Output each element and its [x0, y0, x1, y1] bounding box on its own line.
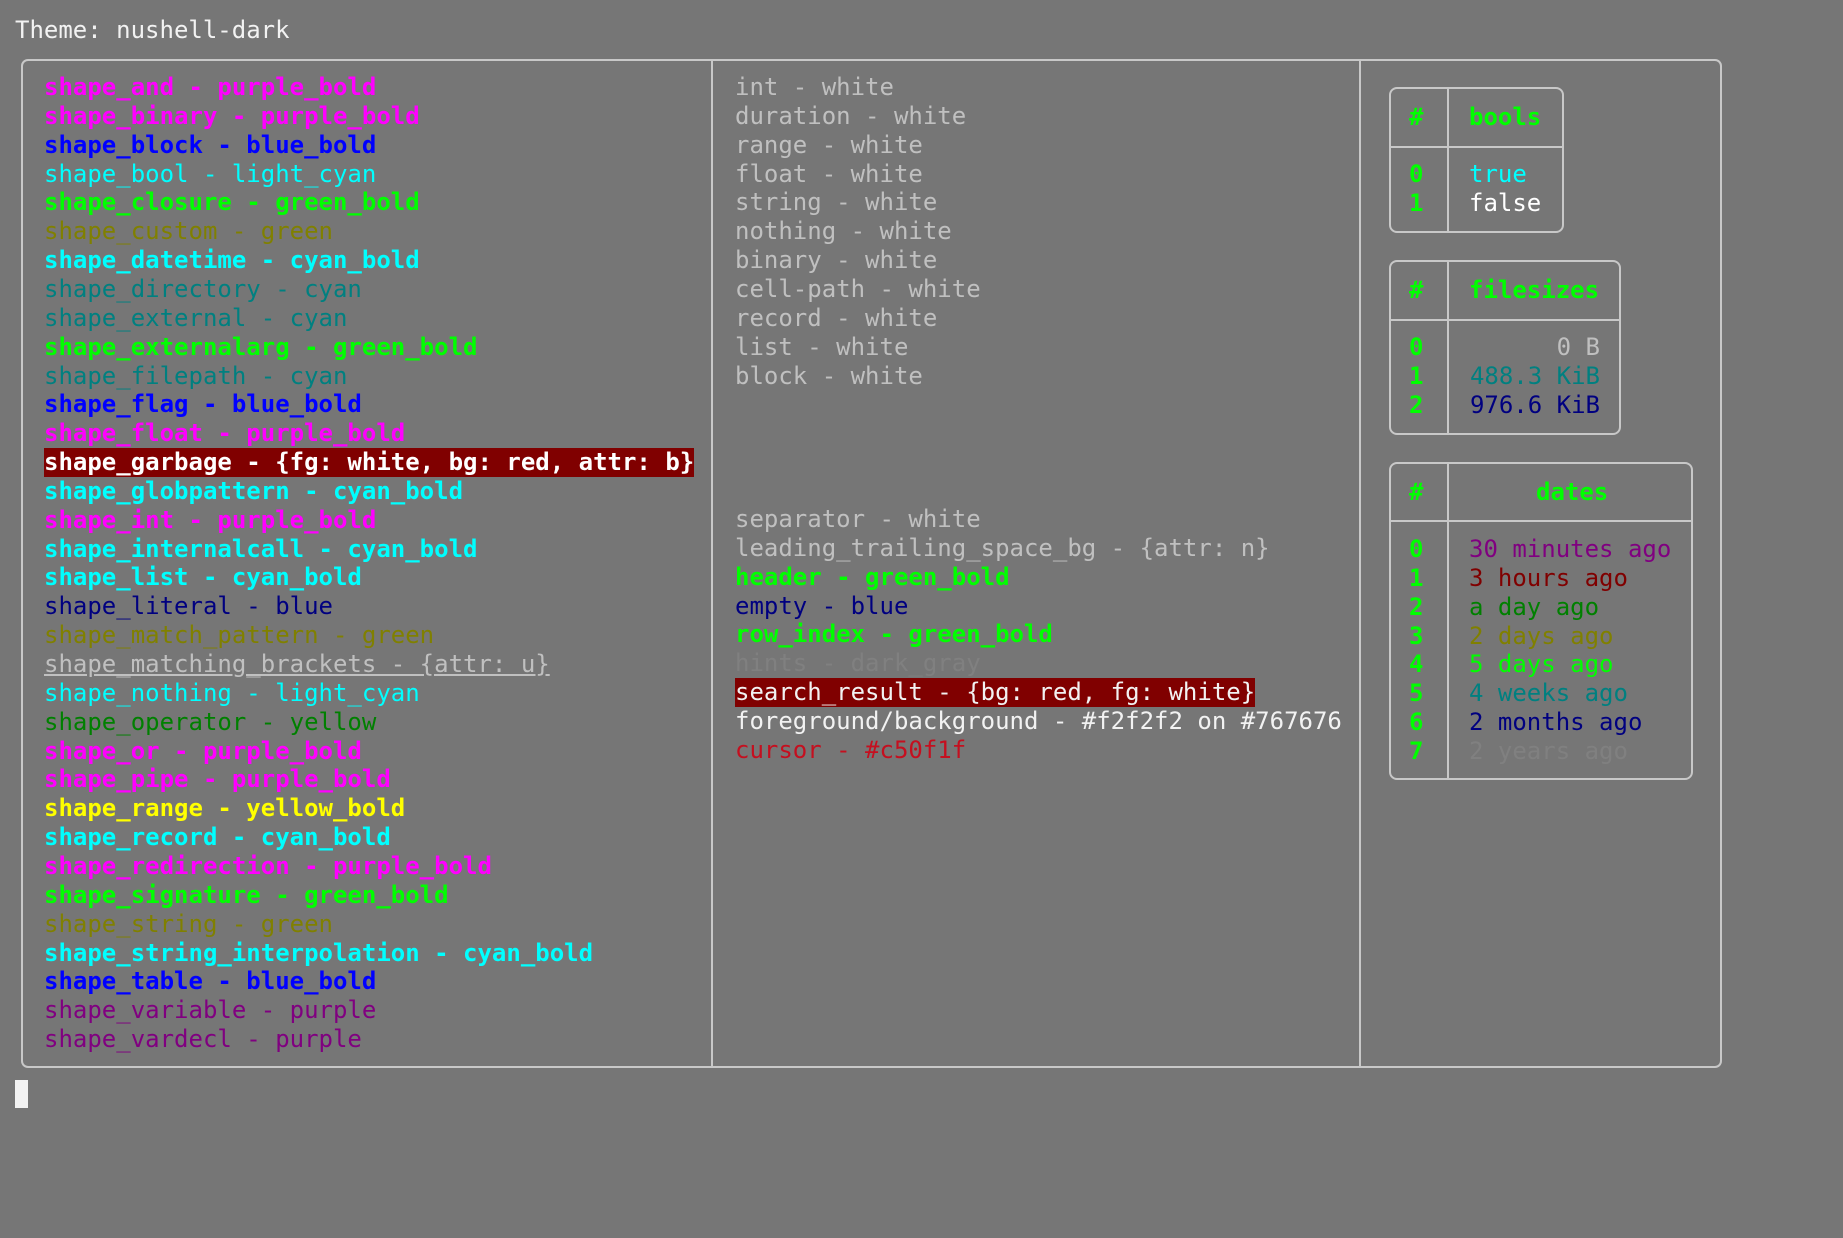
filesizes-table: # filesizes 0 0 B 1 488.3 KiB 2 976.6 KiB	[1389, 260, 1621, 435]
color-entry: leading_trailing_space_bg - {attr: n}	[735, 533, 1270, 562]
row-value: a day ago	[1469, 592, 1600, 621]
row-index: 4	[1409, 650, 1424, 679]
color-entry: search_result - {bg: red, fg: white}	[735, 678, 1256, 708]
color-entry: shape_table - blue_bold	[44, 967, 377, 996]
row-value: false	[1469, 188, 1542, 217]
color-entry: shape_pipe - purple_bold	[44, 765, 391, 794]
row-index: 1	[1409, 361, 1424, 390]
color-entry: shape_int - purple_bold	[44, 505, 377, 534]
row-index: 1	[1409, 188, 1424, 217]
color-entry: shape_range - yellow_bold	[44, 794, 406, 823]
row-index: 0	[1409, 535, 1424, 563]
color-entry: shape_closure - green_bold	[44, 188, 420, 217]
color-entry: shape_custom - green	[44, 217, 333, 246]
row-index: 1	[1409, 563, 1424, 592]
color-entry: shape_binary - purple_bold	[44, 101, 420, 130]
index-column-separator	[1447, 89, 1449, 231]
color-entry: shape_vardecl - purple	[44, 1025, 362, 1054]
color-entry: list - white	[735, 332, 909, 361]
color-entry: shape_string_interpolation - cyan_bold	[44, 938, 594, 967]
row-index: 2	[1409, 390, 1424, 419]
color-entry: duration - white	[735, 101, 967, 130]
color-entry: separator - white	[735, 505, 981, 533]
color-entry: shape_directory - cyan	[44, 274, 362, 303]
row-index: 3	[1409, 621, 1424, 650]
color-entry: shape_float - purple_bold	[44, 419, 406, 448]
dates-table: # dates 0 30 minutes ago 1 3 hours ago 2 a da…	[1389, 462, 1693, 780]
color-entry: shape_literal - blue	[44, 592, 333, 621]
color-entry: header - green_bold	[735, 562, 1010, 591]
row-value: 0 B	[1556, 333, 1600, 361]
row-index: 0	[1409, 160, 1424, 188]
color-entry: int - white	[735, 73, 894, 101]
header-separator	[1391, 146, 1562, 148]
color-entry: nothing - white	[735, 217, 952, 246]
terminal-cursor	[15, 1080, 28, 1108]
row-value: 2 days ago	[1469, 621, 1614, 650]
header-separator	[1391, 319, 1619, 321]
color-entry: shape_list - cyan_bold	[44, 563, 362, 592]
color-entry: cursor - #c50f1f	[735, 735, 967, 764]
color-entry: shape_externalarg - green_bold	[44, 332, 478, 361]
color-entry: range - white	[735, 130, 923, 159]
color-entry: row_index - green_bold	[735, 620, 1053, 649]
row-value: 4 weeks ago	[1469, 679, 1628, 708]
color-entry: string - white	[735, 188, 938, 217]
theme-title: Theme: nushell-dark	[15, 16, 290, 44]
color-entry: shape_flag - blue_bold	[44, 390, 362, 419]
row-index: 5	[1409, 679, 1424, 708]
column-divider-2	[1359, 59, 1361, 1066]
color-entry: shape_or - purple_bold	[44, 736, 362, 765]
row-value: true	[1469, 160, 1527, 188]
color-entry: shape_record - cyan_bold	[44, 823, 391, 852]
bools-table: # bools 0 true 1 false	[1389, 87, 1564, 233]
column-header: filesizes	[1469, 276, 1600, 304]
color-entry: binary - white	[735, 246, 938, 275]
color-entry: shape_filepath - cyan	[44, 361, 348, 390]
row-index: 6	[1409, 708, 1424, 737]
color-entry: shape_redirection - purple_bold	[44, 851, 492, 880]
color-entry: hints - dark_gray	[735, 649, 981, 678]
row-value: 3 hours ago	[1469, 563, 1628, 592]
color-entry: shape_string - green	[44, 909, 333, 938]
color-entry: block - white	[735, 361, 923, 390]
row-index: 0	[1409, 333, 1424, 361]
color-entry: shape_datetime - cyan_bold	[44, 246, 420, 275]
row-value: 976.6 KiB	[1469, 390, 1600, 419]
index-header: #	[1409, 478, 1424, 506]
color-entry: shape_globpattern - cyan_bold	[44, 476, 464, 505]
color-entry: shape_block - blue_bold	[44, 130, 377, 159]
index-column-separator	[1447, 464, 1449, 778]
index-header: #	[1409, 276, 1424, 304]
color-entry: shape_signature - green_bold	[44, 880, 449, 909]
column-divider-1	[711, 59, 713, 1066]
row-index: 2	[1409, 592, 1424, 621]
color-entry: shape_internalcall - cyan_bold	[44, 534, 478, 563]
index-header: #	[1409, 103, 1424, 131]
row-index: 7	[1409, 736, 1424, 765]
color-entry: shape_operator - yellow	[44, 707, 377, 736]
color-entry: empty - blue	[735, 591, 909, 620]
color-entry: shape_bool - light_cyan	[44, 159, 377, 188]
color-entry: shape_match_pattern - green	[44, 621, 435, 650]
color-entry: shape_variable - purple	[44, 996, 377, 1025]
row-value: 2 months ago	[1469, 708, 1643, 737]
color-entry: foreground/background - #f2f2f2 on #7676…	[735, 706, 1342, 735]
row-value: 30 minutes ago	[1469, 535, 1672, 563]
color-entry: shape_nothing - light_cyan	[44, 678, 420, 707]
row-value: 488.3 KiB	[1469, 361, 1600, 390]
row-value: 2 years ago	[1469, 736, 1628, 765]
index-column-separator	[1447, 262, 1449, 433]
color-entry: cell-path - white	[735, 274, 981, 303]
color-entry: shape_matching_brackets - {attr: u}	[44, 650, 550, 678]
color-entry: shape_external - cyan	[44, 303, 348, 332]
column-header: bools	[1469, 103, 1542, 131]
column-header: dates	[1536, 478, 1609, 506]
header-separator	[1391, 520, 1691, 522]
color-entry: shape_garbage - {fg: white, bg: red, att…	[44, 448, 695, 478]
row-value: 5 days ago	[1469, 650, 1614, 679]
color-entry: float - white	[735, 159, 923, 188]
color-entry: record - white	[735, 303, 938, 332]
color-entry: shape_and - purple_bold	[44, 73, 377, 101]
